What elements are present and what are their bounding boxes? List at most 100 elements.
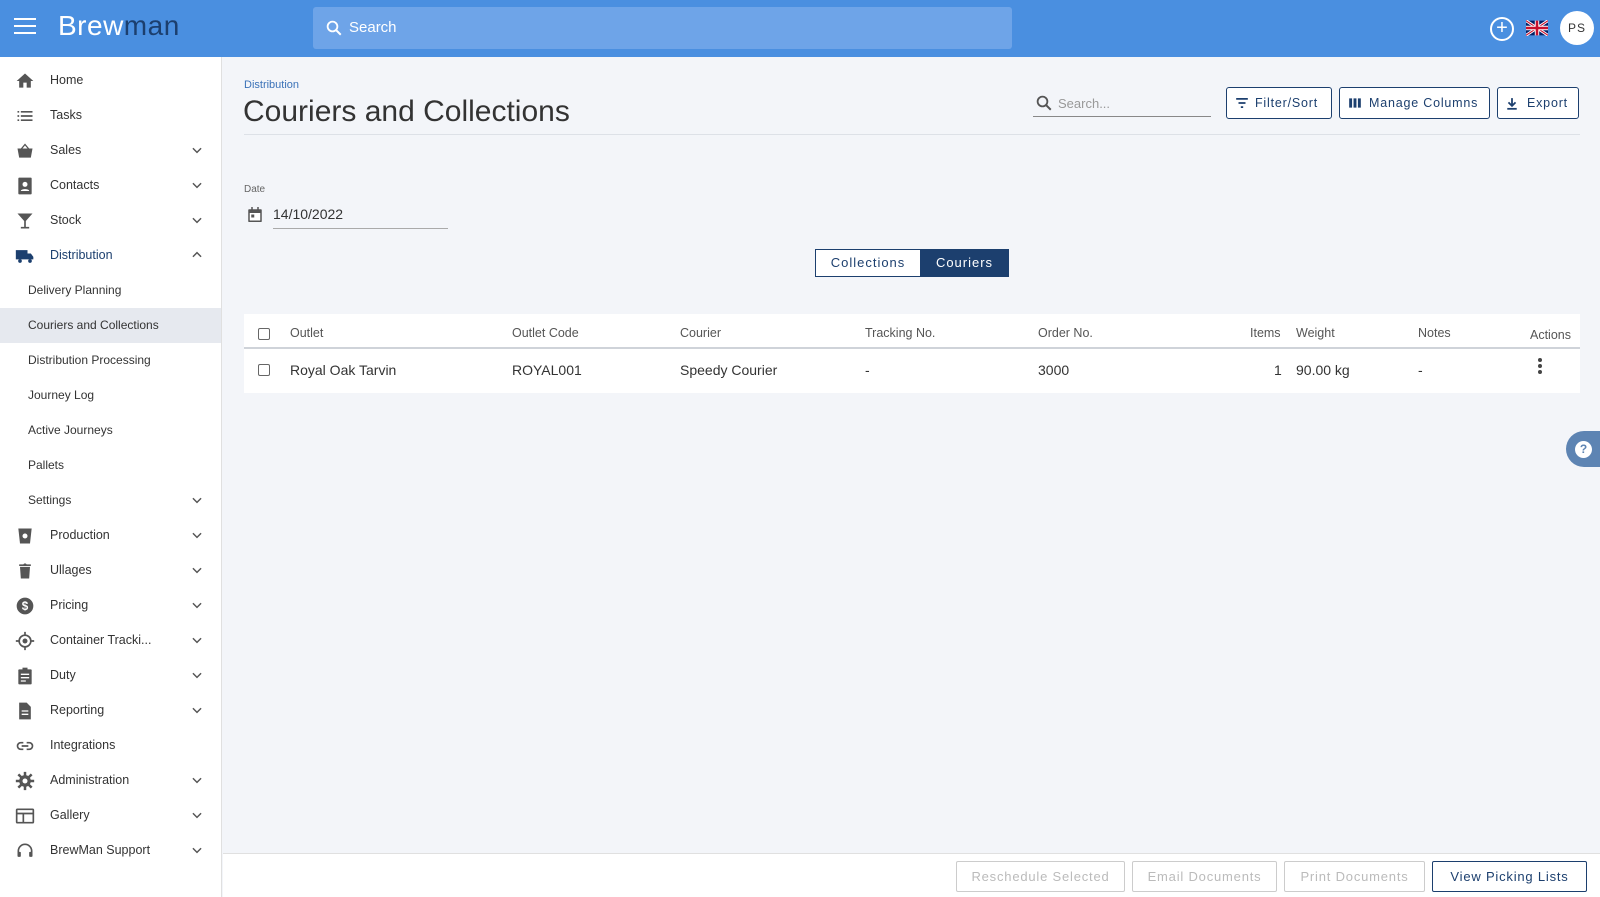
column-header-outlet-code[interactable]: Outlet Code (512, 326, 579, 340)
sidebar-item-distribution[interactable]: Distribution (0, 238, 221, 273)
couriers-toggle-button[interactable]: Couriers (920, 249, 1009, 277)
sidebar-item-sales[interactable]: Sales (0, 133, 221, 168)
action-footer: Reschedule Selected Email Documents Prin… (223, 853, 1600, 897)
select-all-checkbox[interactable] (258, 328, 270, 340)
column-header-outlet[interactable]: Outlet (290, 326, 323, 340)
glass-icon (17, 213, 33, 229)
beaker-icon (18, 528, 32, 544)
chevron-down-icon[interactable] (190, 633, 204, 647)
sidebar-subitem-settings[interactable]: Settings (0, 483, 221, 518)
chevron-down-icon[interactable] (190, 493, 204, 507)
sidebar-subitem-delivery-planning[interactable]: Delivery Planning (0, 273, 221, 308)
row-checkbox[interactable] (258, 364, 270, 376)
chevron-down-icon[interactable] (190, 178, 204, 192)
sidebar-item-stock[interactable]: Stock (0, 203, 221, 238)
brewman-logo[interactable]: Brewman (58, 10, 180, 42)
sidebar-subitem-couriers-and-collections[interactable]: Couriers and Collections (0, 308, 221, 343)
sidebar-subitem-journey-log[interactable]: Journey Log (0, 378, 221, 413)
home-icon (16, 73, 34, 88)
page-search-input[interactable]: Search... (1033, 90, 1211, 117)
sidebar-item-brewman-support[interactable]: BrewMan Support (0, 833, 221, 868)
svg-text:$: $ (22, 600, 29, 613)
user-avatar[interactable]: PS (1560, 11, 1594, 45)
sidebar-item-contacts[interactable]: Contacts (0, 168, 221, 203)
page-search-placeholder: Search... (1058, 96, 1111, 111)
help-button[interactable]: ? (1566, 431, 1600, 467)
cell-tracking-no: - (865, 362, 870, 378)
sidebar-subitem-pallets[interactable]: Pallets (0, 448, 221, 483)
export-button[interactable]: Export (1497, 87, 1579, 119)
add-new-icon[interactable]: + (1490, 17, 1514, 41)
sidebar-item-home[interactable]: Home (0, 63, 221, 98)
columns-icon (1349, 98, 1361, 108)
chevron-down-icon[interactable] (190, 143, 204, 157)
sidebar-item-production[interactable]: Production (0, 518, 221, 553)
cell-outlet-code: ROYAL001 (512, 362, 582, 378)
breadcrumb[interactable]: Distribution (244, 79, 299, 91)
column-header-notes[interactable]: Notes (1418, 326, 1451, 340)
cell-courier: Speedy Courier (680, 362, 778, 378)
collections-toggle-button[interactable]: Collections (815, 249, 921, 277)
sidebar-item-tasks[interactable]: Tasks (0, 98, 221, 133)
cell-order-no: 3000 (1038, 362, 1070, 378)
sidebar-item-ullages[interactable]: Ullages (0, 553, 221, 588)
uk-flag-icon[interactable] (1526, 20, 1548, 36)
list-icon (17, 111, 33, 121)
column-header-actions: Actions (1530, 328, 1571, 342)
column-header-items[interactable]: Items (1250, 326, 1281, 340)
chevron-up-icon[interactable] (190, 248, 204, 262)
cell-notes: - (1418, 362, 1423, 378)
sidebar-item-pricing[interactable]: $ Pricing (0, 588, 221, 623)
view-picking-lists-button[interactable]: View Picking Lists (1432, 861, 1587, 892)
manage-columns-button[interactable]: Manage Columns (1339, 87, 1490, 119)
sidebar-item-integrations[interactable]: Integrations (0, 728, 221, 763)
chevron-down-icon[interactable] (190, 808, 204, 822)
header-divider (244, 347, 1580, 349)
global-search-placeholder: Search (349, 19, 397, 36)
help-icon: ? (1575, 441, 1592, 458)
cell-items: 1 (1274, 362, 1282, 378)
date-field[interactable]: 14/10/2022 (273, 206, 448, 229)
print-documents-button[interactable]: Print Documents (1284, 861, 1425, 892)
couriers-table: Outlet Outlet Code Courier Tracking No. … (244, 314, 1580, 393)
row-actions-icon[interactable] (1535, 358, 1545, 378)
basket-icon (17, 143, 33, 158)
sidebar-item-container-tracking[interactable]: Container Tracki... (0, 623, 221, 658)
top-app-bar: Brewman Search + PS (0, 0, 1600, 57)
page-title: Couriers and Collections (243, 95, 570, 128)
sidebar-subitem-active-journeys[interactable]: Active Journeys (0, 413, 221, 448)
reschedule-selected-button[interactable]: Reschedule Selected (956, 861, 1125, 892)
filter-icon (1236, 98, 1248, 108)
email-documents-button[interactable]: Email Documents (1132, 861, 1277, 892)
sidebar-subitem-distribution-processing[interactable]: Distribution Processing (0, 343, 221, 378)
trash-icon (19, 563, 31, 579)
sidebar-item-administration[interactable]: Administration (0, 763, 221, 798)
sidebar-item-gallery[interactable]: Gallery (0, 798, 221, 833)
document-icon (19, 702, 31, 720)
chevron-down-icon[interactable] (190, 528, 204, 542)
chevron-down-icon[interactable] (190, 213, 204, 227)
sidebar-item-reporting[interactable]: Reporting (0, 693, 221, 728)
gear-icon (15, 771, 35, 791)
column-header-weight[interactable]: Weight (1296, 326, 1335, 340)
column-header-tracking-no[interactable]: Tracking No. (865, 326, 935, 340)
chevron-down-icon[interactable] (190, 563, 204, 577)
sidebar-item-duty[interactable]: Duty (0, 658, 221, 693)
search-icon (1036, 95, 1052, 111)
link-icon (16, 741, 34, 751)
chevron-down-icon[interactable] (190, 668, 204, 682)
hamburger-menu-icon[interactable] (14, 18, 36, 38)
chevron-down-icon[interactable] (190, 703, 204, 717)
chevron-down-icon[interactable] (190, 843, 204, 857)
download-icon (1507, 98, 1517, 110)
chevron-down-icon[interactable] (190, 773, 204, 787)
column-header-order-no[interactable]: Order No. (1038, 326, 1093, 340)
truck-icon (15, 250, 34, 263)
chevron-down-icon[interactable] (190, 598, 204, 612)
global-search-input[interactable]: Search (313, 7, 1012, 49)
column-header-courier[interactable]: Courier (680, 326, 721, 340)
filter-sort-button[interactable]: Filter/Sort (1226, 87, 1332, 119)
calendar-icon[interactable] (246, 205, 264, 224)
dollar-icon: $ (16, 597, 34, 615)
headset-icon (17, 843, 33, 857)
